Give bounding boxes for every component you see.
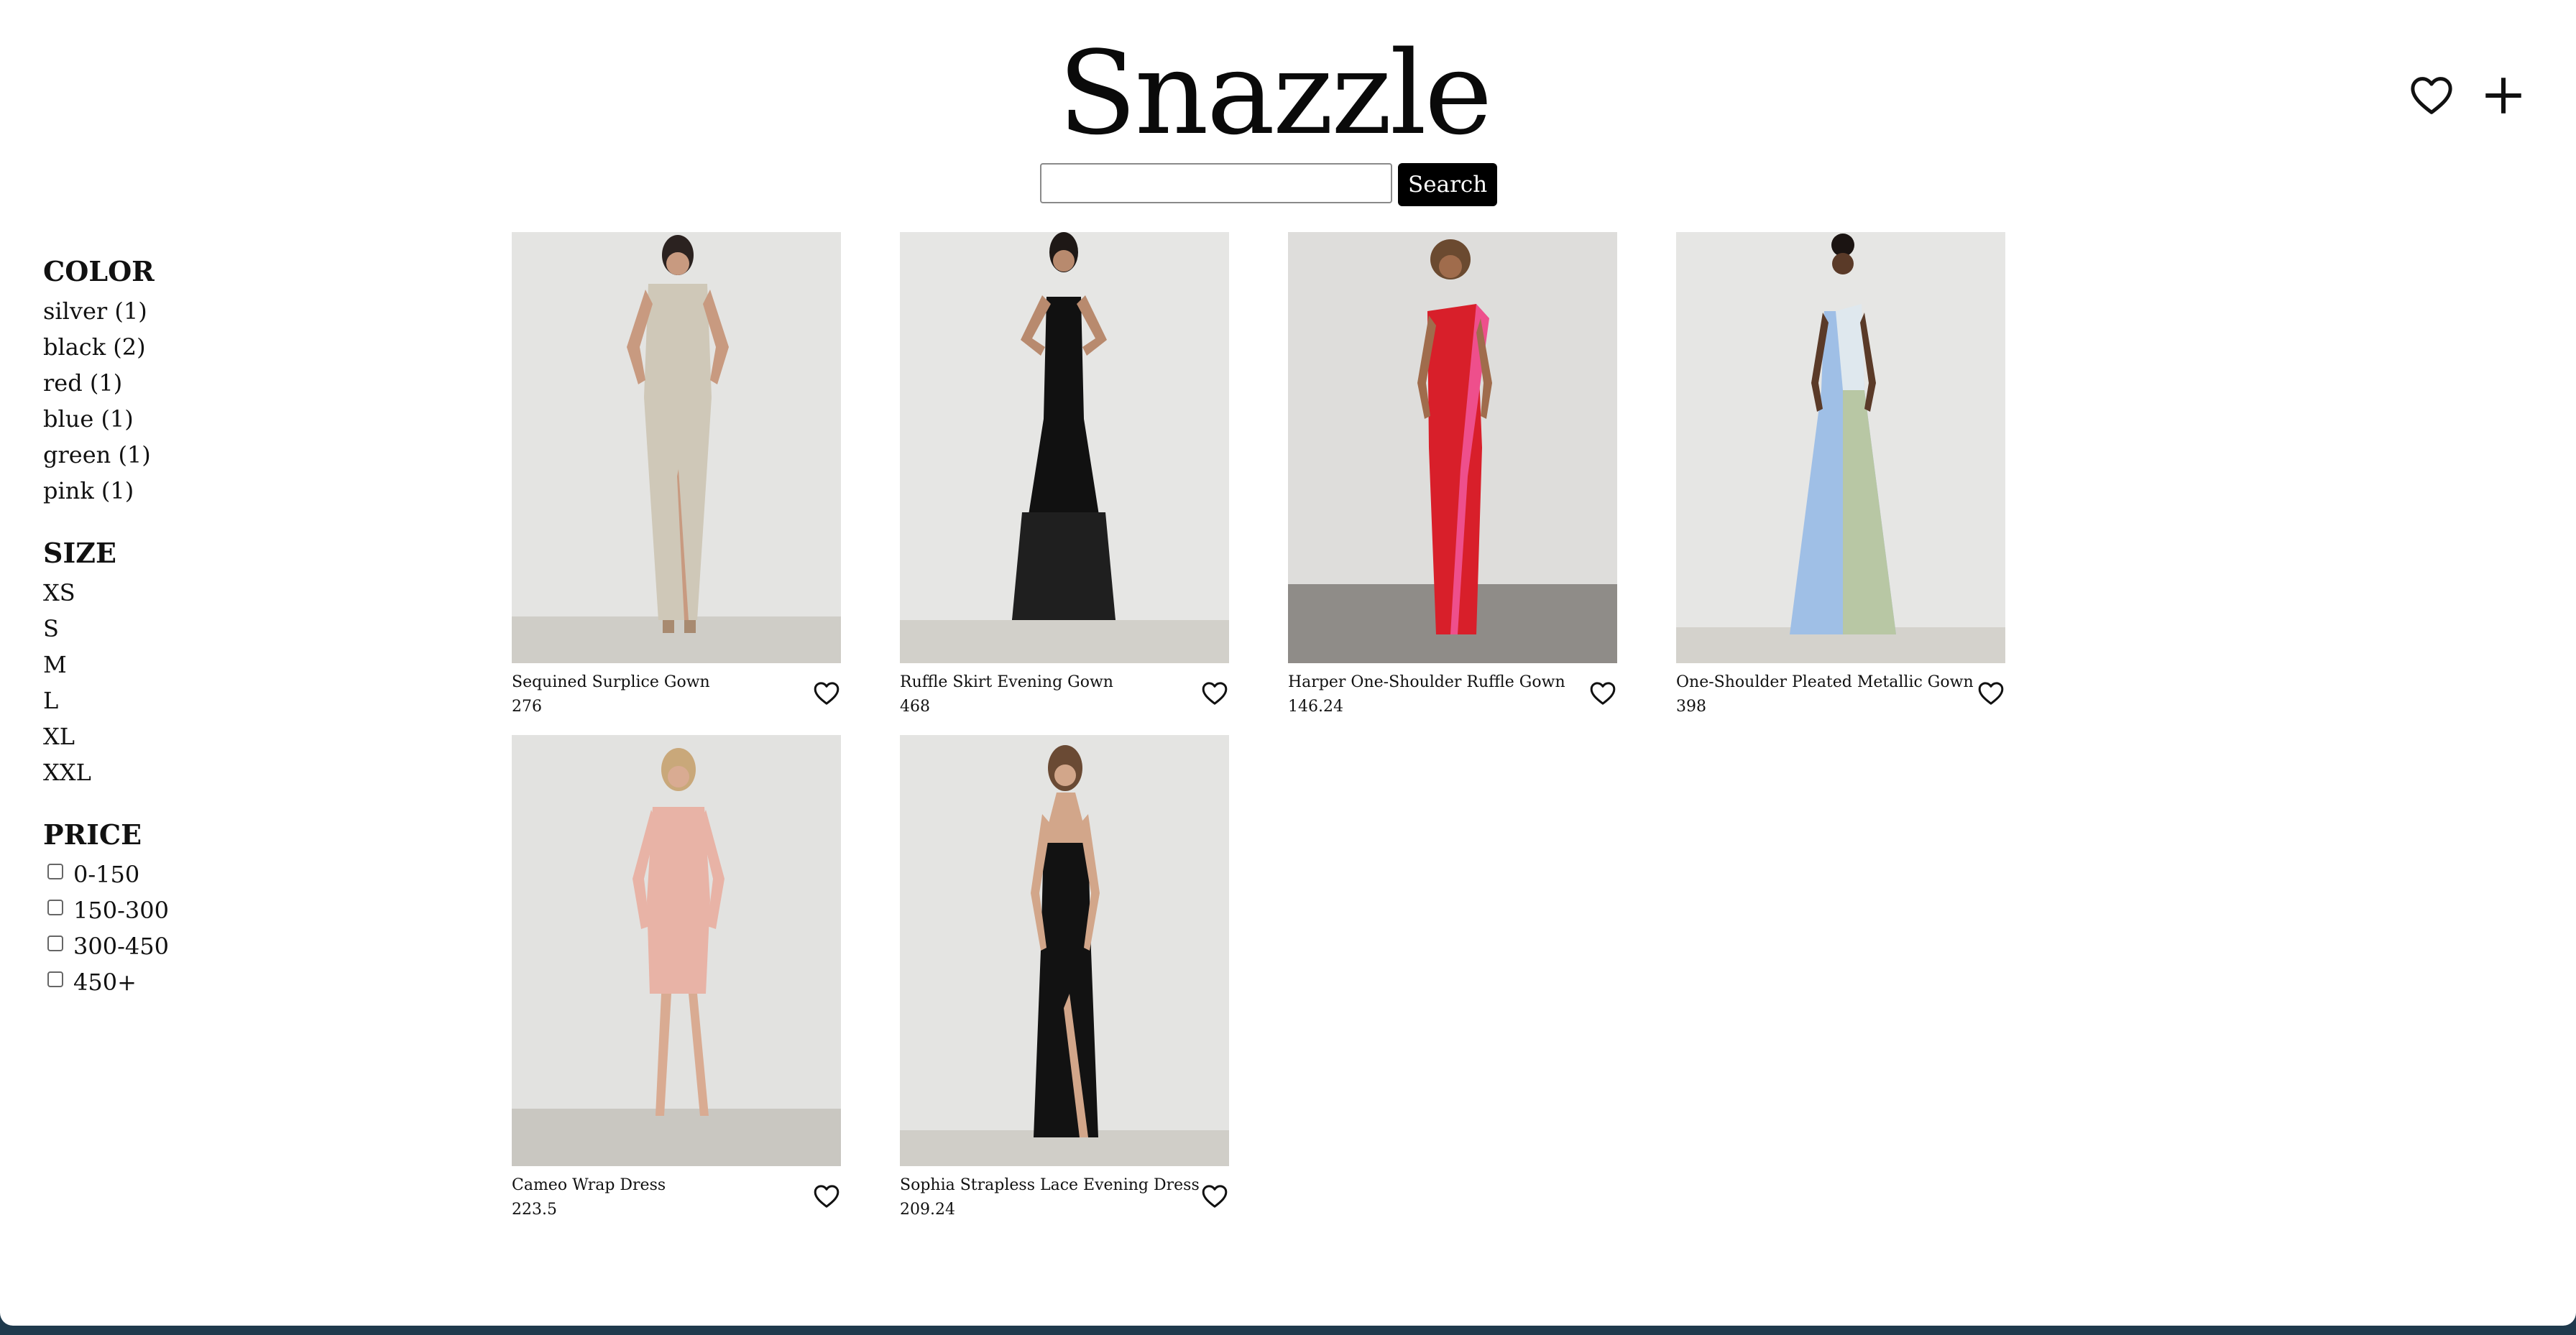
filter-sidebar: COLOR silver (1) black (2) red (1) blue … <box>43 254 302 1027</box>
size-option[interactable]: S <box>43 611 302 647</box>
product-price: 468 <box>900 698 930 716</box>
product-name[interactable]: Ruffle Skirt Evening Gown <box>900 672 1113 693</box>
price-filter: PRICE 0-150 150-300 300-450 450+ <box>43 818 302 1000</box>
price-option[interactable]: 300-450 <box>43 928 302 964</box>
product-price: 146.24 <box>1288 698 1343 716</box>
price-option-label: 0-150 <box>73 861 140 888</box>
add-button[interactable] <box>2480 72 2527 119</box>
product-image[interactable] <box>1676 232 2005 663</box>
product-card[interactable]: One-Shoulder Pleated Metallic Gown 398 <box>1676 232 2005 735</box>
price-checkbox[interactable] <box>47 864 63 879</box>
header-actions <box>2408 72 2527 119</box>
favorite-heart-icon[interactable] <box>1588 679 1617 708</box>
color-option[interactable]: blue (1) <box>43 401 302 437</box>
product-name[interactable]: Sophia Strapless Lace Evening Dress <box>900 1175 1200 1196</box>
size-option[interactable]: XL <box>43 719 302 754</box>
brand-logo[interactable]: Snazzle <box>1058 29 1492 158</box>
price-option[interactable]: 0-150 <box>43 856 302 892</box>
color-option[interactable]: black (2) <box>43 329 302 365</box>
product-name[interactable]: Harper One-Shoulder Ruffle Gown <box>1288 672 1565 693</box>
product-price: 209.24 <box>900 1201 955 1219</box>
product-image[interactable] <box>900 232 1229 663</box>
product-card[interactable]: Sophia Strapless Lace Evening Dress 209.… <box>900 735 1229 1238</box>
price-filter-heading: PRICE <box>43 818 142 851</box>
product-card[interactable]: Ruffle Skirt Evening Gown 468 <box>900 232 1229 735</box>
favorite-heart-icon[interactable] <box>812 1182 841 1211</box>
page: Snazzle Search COLOR silver (1) black (2… <box>0 0 2576 1326</box>
color-option[interactable]: pink (1) <box>43 473 302 509</box>
favorite-heart-icon[interactable] <box>812 679 841 708</box>
color-option[interactable]: red (1) <box>43 365 302 401</box>
plus-icon <box>2485 78 2521 114</box>
product-name[interactable]: Cameo Wrap Dress <box>512 1175 666 1196</box>
search-input[interactable] <box>1040 163 1392 203</box>
product-image[interactable] <box>1288 232 1617 663</box>
product-grid: Sequined Surplice Gown 276 Ruffle Skirt … <box>512 232 2005 1238</box>
size-option[interactable]: XXL <box>43 754 302 790</box>
favorite-heart-icon[interactable] <box>1200 1182 1229 1211</box>
price-option[interactable]: 150-300 <box>43 892 302 928</box>
product-name[interactable]: Sequined Surplice Gown <box>512 672 710 693</box>
size-filter: SIZE XS S M L XL XXL <box>43 536 302 790</box>
search-bar: Search <box>1040 163 1498 206</box>
price-checkbox[interactable] <box>47 900 63 915</box>
product-price: 223.5 <box>512 1201 557 1219</box>
size-option[interactable]: XS <box>43 575 302 611</box>
price-checkbox[interactable] <box>47 936 63 951</box>
product-image[interactable] <box>512 735 841 1166</box>
size-filter-heading: SIZE <box>43 537 116 569</box>
price-option-label: 300-450 <box>73 933 169 960</box>
search-button[interactable]: Search <box>1398 163 1498 206</box>
product-image[interactable] <box>512 232 841 663</box>
price-option-label: 450+ <box>73 969 137 996</box>
wishlist-button[interactable] <box>2408 72 2455 119</box>
product-name[interactable]: One-Shoulder Pleated Metallic Gown <box>1676 672 1974 693</box>
color-option[interactable]: silver (1) <box>43 293 302 329</box>
product-card[interactable]: Harper One-Shoulder Ruffle Gown 146.24 <box>1288 232 1617 735</box>
favorite-heart-icon[interactable] <box>1977 679 2005 708</box>
price-option-label: 150-300 <box>73 897 169 924</box>
product-card[interactable]: Sequined Surplice Gown 276 <box>512 232 841 735</box>
color-filter-heading: COLOR <box>43 255 155 287</box>
favorite-heart-icon[interactable] <box>1200 679 1229 708</box>
color-option[interactable]: green (1) <box>43 437 302 473</box>
color-filter: COLOR silver (1) black (2) red (1) blue … <box>43 254 302 509</box>
product-price: 398 <box>1676 698 1706 716</box>
product-price: 276 <box>512 698 542 716</box>
heart-icon <box>2411 77 2452 114</box>
price-option[interactable]: 450+ <box>43 964 302 1000</box>
product-card[interactable]: Cameo Wrap Dress 223.5 <box>512 735 841 1238</box>
product-image[interactable] <box>900 735 1229 1166</box>
price-checkbox[interactable] <box>47 971 63 987</box>
size-option[interactable]: M <box>43 647 302 683</box>
size-option[interactable]: L <box>43 683 302 719</box>
